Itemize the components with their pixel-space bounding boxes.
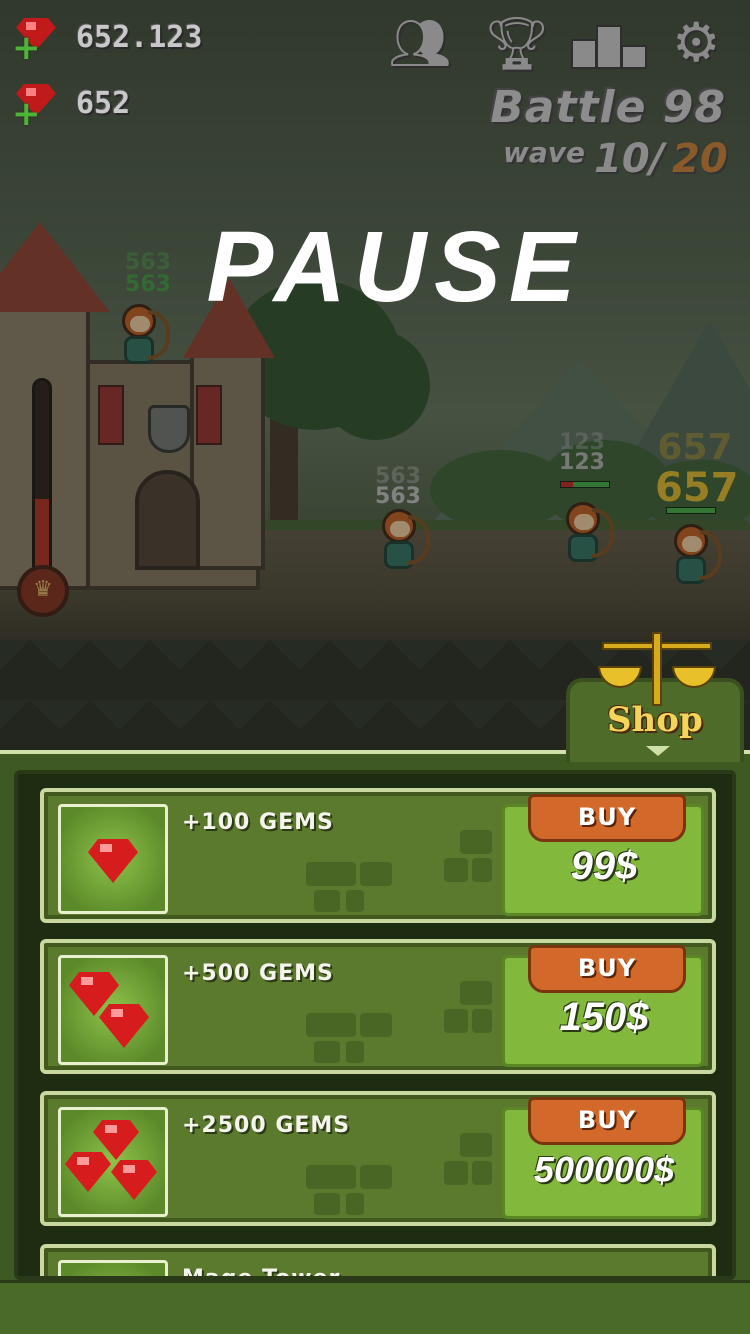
decor-brick — [360, 1013, 392, 1037]
item-title: Mage Tower — [182, 1266, 341, 1280]
shop-item: +2500 GEMS BUY 500000$ — [40, 1091, 716, 1226]
add-gems-icon[interactable]: + — [12, 18, 58, 65]
shop-list[interactable]: +100 GEMS BUY 99$ +500 GEMS BUY 150$ +25… — [14, 770, 736, 1280]
buy-button[interactable]: BUY — [528, 945, 686, 993]
decor-brick — [314, 890, 340, 912]
shop-panel-footer — [0, 1280, 750, 1334]
item-image — [58, 1260, 168, 1276]
decor-brick — [444, 1009, 468, 1033]
decor-brick — [306, 1165, 356, 1189]
gem-pack-image — [58, 955, 168, 1065]
decor-brick — [444, 858, 468, 882]
decor-brick — [472, 858, 492, 882]
decor-brick — [346, 1193, 364, 1215]
wave-max: 20 — [672, 136, 728, 182]
item-title: +500 GEMS — [182, 961, 334, 986]
buy-button[interactable]: BUY — [528, 794, 686, 842]
leaderboard-icon[interactable] — [570, 24, 648, 70]
shop-tab-label[interactable]: Shop — [607, 700, 703, 740]
decor-brick — [314, 1193, 340, 1215]
pause-title: PAUSE — [206, 211, 584, 323]
ruby-icon — [88, 839, 138, 883]
gems-total: 652.123 — [76, 20, 203, 55]
ruby-icon — [65, 1152, 111, 1192]
wave-label: wave — [503, 136, 586, 169]
item-title: +2500 GEMS — [182, 1113, 351, 1138]
collapse-arrow-icon[interactable] — [646, 746, 670, 756]
item-title: +100 GEMS — [182, 810, 334, 835]
decor-brick — [472, 1161, 492, 1185]
decor-brick — [306, 1013, 356, 1037]
gems-small: 652 — [76, 86, 131, 121]
scales-icon[interactable] — [596, 628, 718, 708]
ruby-icon — [99, 1004, 149, 1048]
shop-item: +100 GEMS BUY 99$ — [40, 788, 716, 923]
trophy-icon[interactable]: 🏆︎ — [484, 18, 550, 70]
gear-icon[interactable]: ⚙ — [672, 16, 720, 70]
decor-brick — [360, 862, 392, 886]
item-price[interactable]: 99$ — [506, 844, 702, 889]
decor-brick — [346, 1041, 364, 1063]
decor-brick — [306, 862, 356, 886]
shop-item: +500 GEMS BUY 150$ — [40, 939, 716, 1074]
decor-brick — [460, 830, 492, 854]
wave-current: 10/ — [594, 136, 665, 182]
buy-button[interactable]: BUY — [528, 1097, 686, 1145]
friends-icon[interactable]: 👥︎ — [388, 18, 451, 68]
ruby-icon — [111, 1160, 157, 1200]
item-price[interactable]: 500000$ — [506, 1149, 702, 1191]
decor-brick — [460, 1133, 492, 1157]
decor-brick — [472, 1009, 492, 1033]
decor-brick — [444, 1161, 468, 1185]
battle-number: Battle 98 — [490, 82, 726, 133]
decor-brick — [314, 1041, 340, 1063]
decor-brick — [460, 981, 492, 1005]
gem-pack-image — [58, 804, 168, 914]
decor-brick — [360, 1165, 392, 1189]
decor-brick — [346, 890, 364, 912]
item-price[interactable]: 150$ — [506, 995, 702, 1040]
gem-pack-image — [58, 1107, 168, 1217]
add-gems-icon[interactable]: + — [12, 84, 58, 131]
shop-item: Mage Tower — [40, 1244, 716, 1280]
